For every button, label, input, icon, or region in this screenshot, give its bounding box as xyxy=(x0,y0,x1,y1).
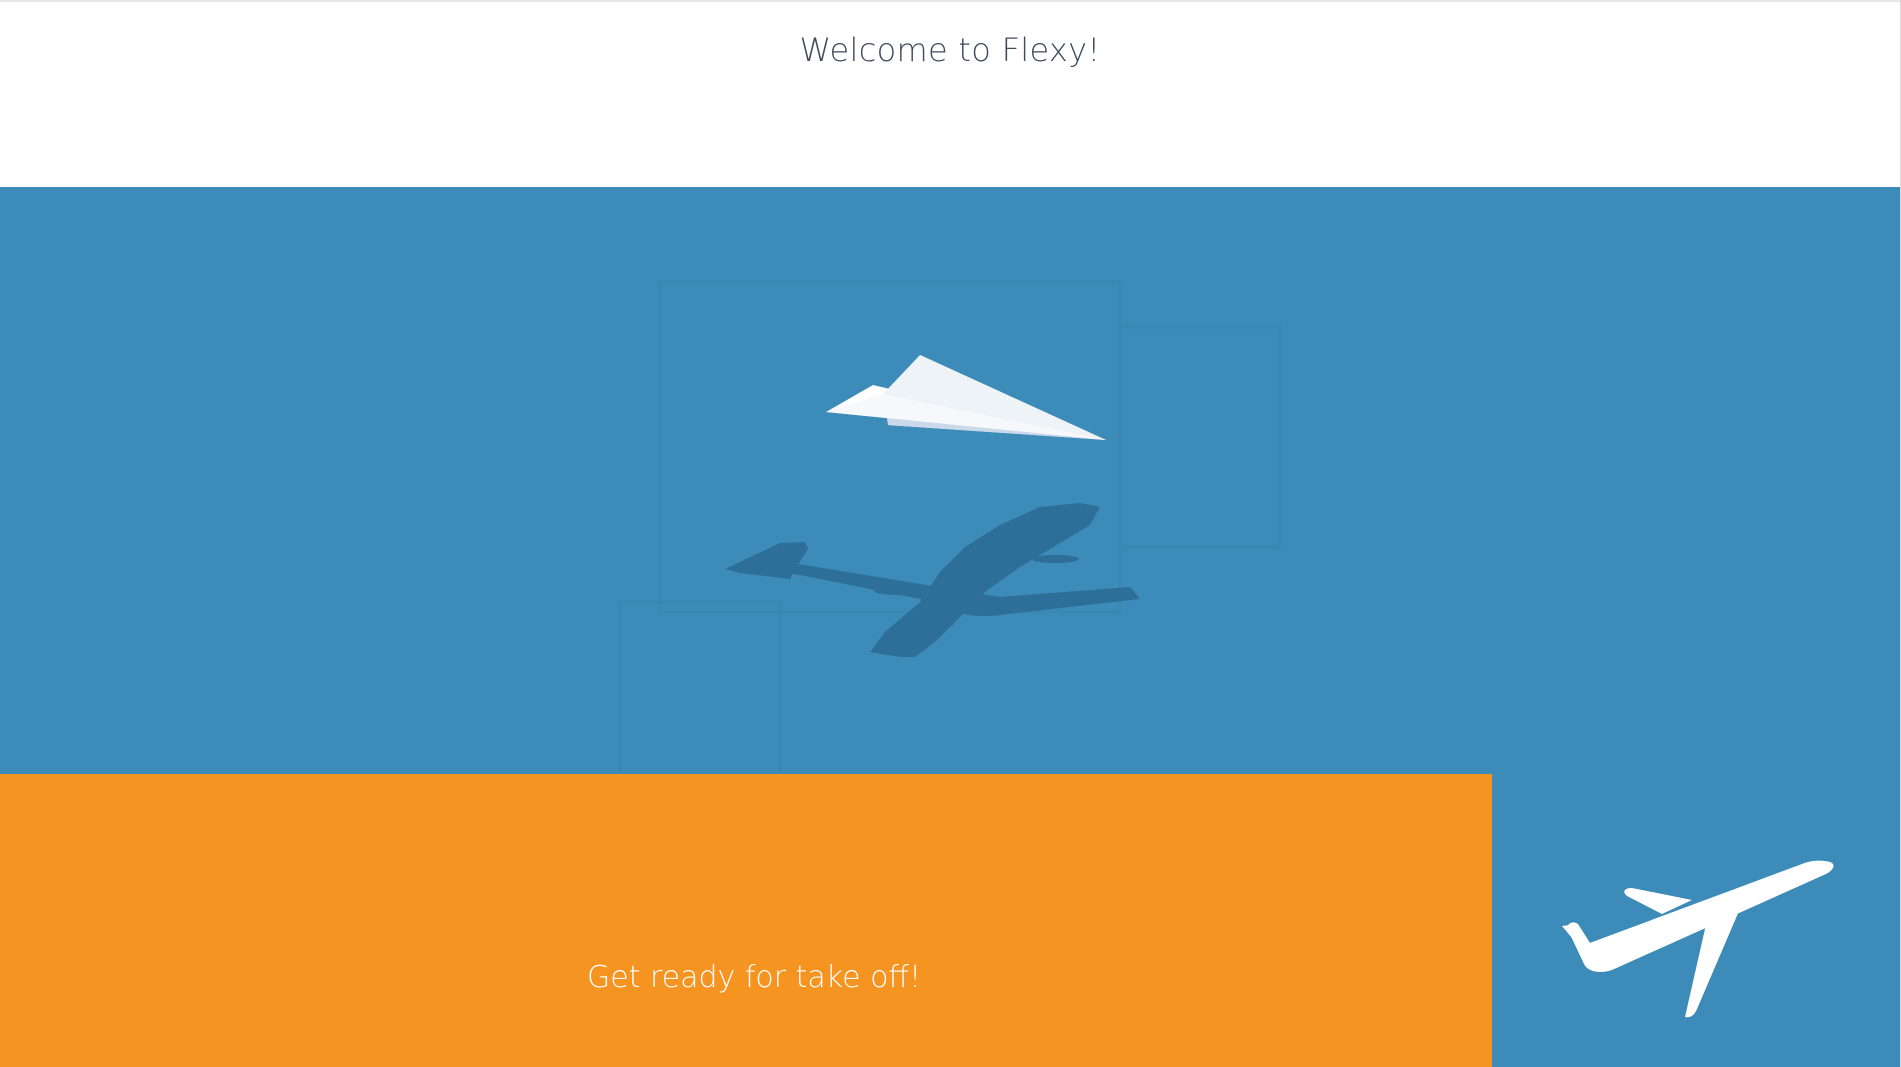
paper-plane-icon xyxy=(826,355,1106,440)
cta-text: Get ready for take off! xyxy=(587,960,922,995)
airplane-shadow-icon xyxy=(725,503,1140,657)
page-header: Welcome to Flexy! xyxy=(0,2,1900,187)
paper-plane-illustration xyxy=(618,280,1282,774)
airplane-takeoff-icon xyxy=(1562,860,1834,1018)
page-title: Welcome to Flexy! xyxy=(799,30,1101,69)
hero-banner xyxy=(0,187,1900,774)
cta-panel: Get ready for take off! xyxy=(0,774,1492,1067)
page: Welcome to Flexy! Get ready for take off… xyxy=(0,0,1901,1067)
side-panel xyxy=(1492,774,1900,1067)
